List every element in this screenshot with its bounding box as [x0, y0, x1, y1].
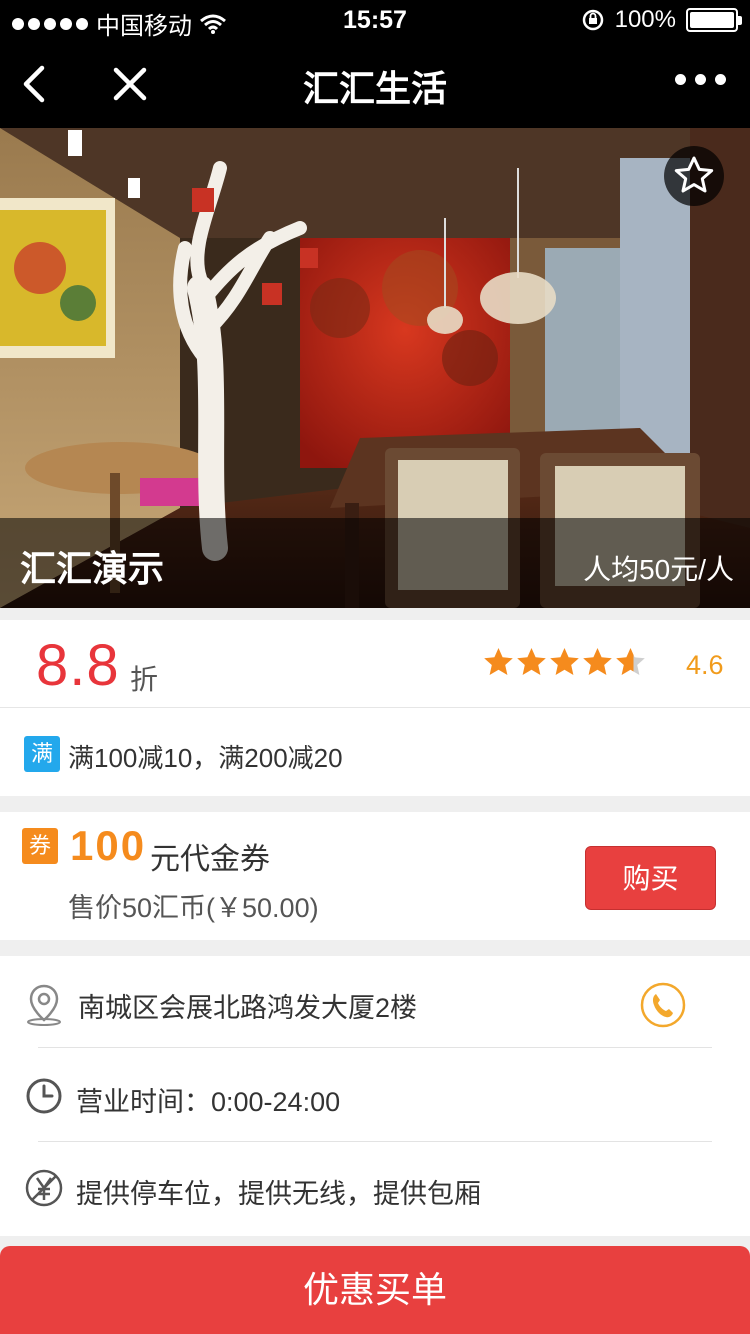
- rating-star-icon: [484, 648, 513, 675]
- hours-text: 营业时间：0:00-24:00: [76, 1087, 341, 1117]
- discount-pay-button[interactable]: 优惠买单: [0, 1246, 750, 1334]
- status-bar: 中国移动 15:57 100%: [0, 0, 750, 40]
- nav-bar: 汇汇生活: [0, 40, 750, 128]
- battery-percent: 100%: [614, 6, 676, 33]
- address-text: 南城区会展北路鸿发大厦2楼: [78, 993, 418, 1023]
- location-pin-icon: [27, 984, 61, 1026]
- promo-text: 满100减10，满200减20: [68, 743, 343, 773]
- full-reduction-badge: 满: [24, 736, 60, 772]
- battery-icon: [686, 8, 742, 32]
- facilities-icon: [25, 1169, 63, 1207]
- coupon-description: 元代金券: [150, 843, 270, 876]
- clock-icon: [26, 1078, 62, 1114]
- buy-button[interactable]: 购买: [585, 846, 716, 910]
- discount-card: 8.8 折 4.6 满 满100减10，满200减20: [0, 620, 750, 796]
- favorite-star-icon[interactable]: [664, 146, 724, 206]
- promo-row: 满 满100减10，满200减20: [0, 708, 750, 796]
- hero-caption: 汇汇演示 人均50元/人: [0, 518, 750, 608]
- page-title: 汇汇生活: [302, 68, 447, 109]
- rating-star-icon: [616, 648, 645, 675]
- coupon-amount: 100: [70, 822, 147, 869]
- rating-star-icon: [583, 648, 612, 675]
- coupon-card: 券 100 元代金券 售价50汇币(￥50.00) 购买: [0, 812, 750, 940]
- coupon-badge: 券: [22, 828, 58, 864]
- discount-row: 8.8 折 4.6: [0, 620, 750, 708]
- rating-star-icon: [517, 648, 546, 675]
- facilities-text: 提供停车位，提供无线，提供包厢: [76, 1179, 481, 1209]
- hours-row: 营业时间：0:00-24:00: [0, 1050, 750, 1142]
- store-name: 汇汇演示: [20, 548, 165, 589]
- coupon-price: 售价50汇币(￥50.00): [68, 893, 319, 923]
- address-row[interactable]: 南城区会展北路鸿发大厦2楼: [0, 956, 750, 1048]
- phone-icon[interactable]: [640, 982, 686, 1028]
- store-info-card: 南城区会展北路鸿发大厦2楼 营业时间：0:00-24:00 提供停车位，提供无线…: [0, 956, 750, 1236]
- rating-value: 4.6: [686, 650, 724, 680]
- status-right: 100%: [581, 6, 742, 34]
- avg-price: 人均50元/人: [583, 554, 734, 585]
- discount-unit: 折: [130, 664, 159, 695]
- rating-stars: [482, 646, 647, 679]
- rotation-lock-icon: [582, 9, 603, 31]
- store-hero: 汇汇演示 人均50元/人: [0, 128, 750, 608]
- divider: [38, 1047, 712, 1048]
- more-menu-icon[interactable]: [675, 74, 726, 85]
- facilities-row: 提供停车位，提供无线，提供包厢: [0, 1142, 750, 1234]
- rating-star-icon: [550, 648, 579, 675]
- discount-value: 8.8: [36, 633, 120, 698]
